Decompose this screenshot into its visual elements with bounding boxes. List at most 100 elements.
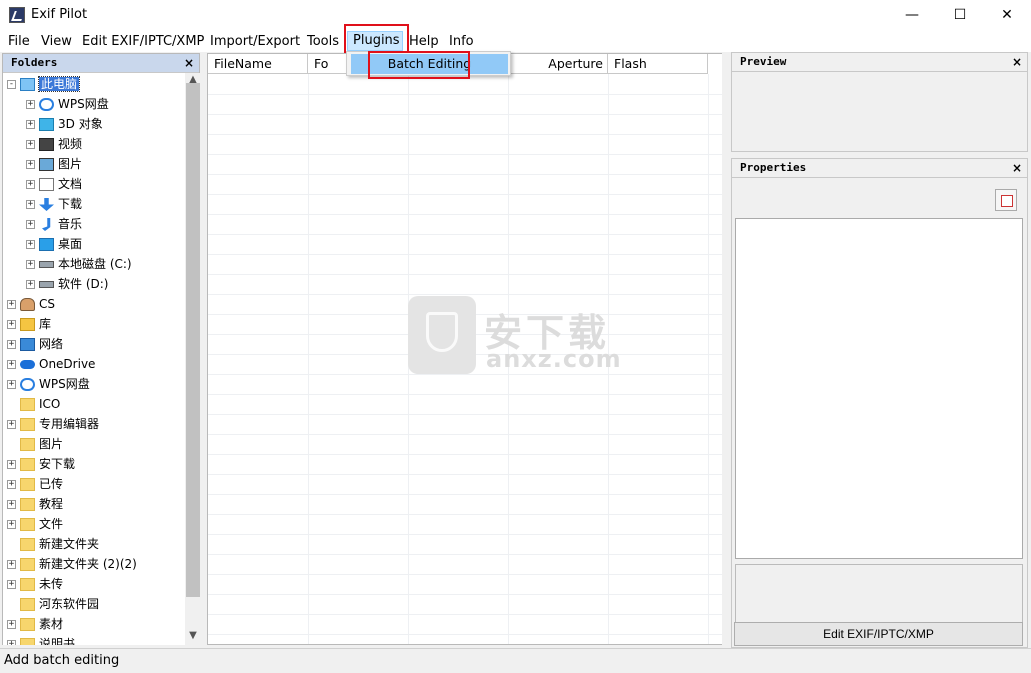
properties-panel-title: Properties xyxy=(740,161,807,174)
expand-icon[interactable]: + xyxy=(7,620,16,629)
tree-item[interactable]: + 音乐 xyxy=(26,214,82,234)
tree-item[interactable]: + 文档 xyxy=(26,174,82,194)
expand-icon[interactable]: + xyxy=(26,240,35,249)
grid-row-line xyxy=(208,254,722,255)
folders-close-icon[interactable]: × xyxy=(184,54,194,72)
grid-row-line xyxy=(208,214,722,215)
menu-help[interactable]: Help xyxy=(409,33,439,50)
tree-item[interactable]: + 图片 xyxy=(26,154,82,174)
tree-item[interactable]: + 新建文件夹 (2)(2) xyxy=(7,554,137,574)
expand-icon[interactable]: + xyxy=(7,320,16,329)
expand-icon[interactable]: + xyxy=(26,220,35,229)
expand-icon[interactable]: + xyxy=(26,160,35,169)
column-header-flash[interactable]: Flash xyxy=(608,54,708,74)
tree-item[interactable]: 新建文件夹 xyxy=(7,534,99,554)
folder-icon xyxy=(20,418,35,431)
tree-item[interactable]: ICO xyxy=(7,394,60,414)
expand-icon[interactable]: + xyxy=(7,340,16,349)
tree-item[interactable]: + 未传 xyxy=(7,574,63,594)
properties-panel-header: Properties × xyxy=(732,159,1027,178)
minimize-button[interactable]: — xyxy=(889,0,935,30)
properties-list[interactable] xyxy=(735,218,1023,559)
folder-tree: - 此电脑 + WPS网盘 +3D 对象 + 视频 + 图片 + 文档 + 下载 + 音乐 + 桌面 + 本地磁盘 … xyxy=(3,73,185,645)
scroll-down-icon[interactable]: ▼ xyxy=(185,629,201,643)
tree-item[interactable]: + WPS网盘 xyxy=(26,94,109,114)
properties-tool-icon[interactable] xyxy=(995,189,1017,211)
grid-row-line xyxy=(208,414,722,415)
tree-item[interactable]: - 此电脑 xyxy=(7,74,81,94)
expand-icon[interactable]: + xyxy=(7,420,16,429)
expand-icon[interactable]: + xyxy=(7,640,16,645)
tree-item[interactable]: + 安下载 xyxy=(7,454,75,474)
expand-icon[interactable]: + xyxy=(7,460,16,469)
folder-icon xyxy=(20,578,35,591)
scroll-thumb[interactable] xyxy=(186,83,200,597)
tree-item[interactable]: + 文件 xyxy=(7,514,63,534)
collapse-icon[interactable]: - xyxy=(7,80,16,89)
expand-icon[interactable]: + xyxy=(7,300,16,309)
tree-item[interactable]: + 桌面 xyxy=(26,234,82,254)
tree-item[interactable]: + 说明书 xyxy=(7,634,75,645)
grid-scrollbar[interactable] xyxy=(722,53,729,645)
tree-item[interactable]: + 专用编辑器 xyxy=(7,414,99,434)
expand-icon[interactable]: + xyxy=(26,140,35,149)
app-icon xyxy=(9,7,25,23)
expand-icon[interactable]: + xyxy=(7,480,16,489)
expand-icon[interactable]: + xyxy=(7,500,16,509)
tree-item[interactable]: + 软件 (D:) xyxy=(26,274,108,294)
menu-view[interactable]: View xyxy=(41,33,72,50)
menu-tools[interactable]: Tools xyxy=(307,33,339,50)
expand-icon[interactable]: + xyxy=(26,180,35,189)
music-note-icon xyxy=(42,218,51,231)
maximize-button[interactable]: ☐ xyxy=(937,0,983,30)
tree-item[interactable]: 河东软件园 xyxy=(7,594,99,614)
close-button[interactable]: ✕ xyxy=(984,0,1030,30)
folders-scrollbar[interactable]: ▲ ▼ xyxy=(185,73,201,645)
menu-file[interactable]: File xyxy=(8,33,30,50)
tree-item[interactable]: 图片 xyxy=(7,434,63,454)
window-title: Exif Pilot xyxy=(31,7,88,22)
tree-item-label: 图片 xyxy=(39,437,64,451)
folder-icon xyxy=(20,638,35,645)
edit-exif-button[interactable]: Edit EXIF/IPTC/XMP xyxy=(734,622,1023,646)
tree-item[interactable]: + CS xyxy=(7,294,55,314)
expand-icon[interactable]: + xyxy=(7,520,16,529)
tree-item-label: 未传 xyxy=(39,577,64,591)
expand-icon[interactable]: + xyxy=(7,560,16,569)
properties-panel: Properties × xyxy=(731,158,1028,648)
expand-icon[interactable]: + xyxy=(7,360,16,369)
menu-edit-exif[interactable]: Edit EXIF/IPTC/XMP xyxy=(82,33,204,50)
grid-row-line xyxy=(208,114,722,115)
tree-item[interactable]: + OneDrive xyxy=(7,354,95,374)
expand-icon[interactable]: + xyxy=(7,380,16,389)
properties-close-icon[interactable]: × xyxy=(1012,159,1022,177)
tree-item[interactable]: + 下载 xyxy=(26,194,82,214)
menu-info[interactable]: Info xyxy=(449,33,474,50)
expand-icon[interactable]: + xyxy=(7,580,16,589)
status-bar: Add batch editing xyxy=(0,648,1031,673)
expand-icon[interactable]: + xyxy=(26,280,35,289)
tree-item[interactable]: + 素材 xyxy=(7,614,63,634)
expand-icon[interactable]: + xyxy=(26,100,35,109)
expand-icon[interactable]: + xyxy=(26,260,35,269)
tree-item[interactable]: +3D 对象 xyxy=(26,114,103,134)
menu-import-export[interactable]: Import/Export xyxy=(210,33,300,50)
tree-item-label: 已传 xyxy=(39,477,64,491)
tree-item[interactable]: + 视频 xyxy=(26,134,82,154)
tree-item-label: 软件 (D:) xyxy=(58,277,109,291)
grid-row-line xyxy=(208,614,722,615)
tree-item-label: OneDrive xyxy=(39,357,96,371)
tree-item[interactable]: + WPS网盘 xyxy=(7,374,90,394)
expand-icon[interactable]: + xyxy=(26,200,35,209)
tree-item[interactable]: + 库 xyxy=(7,314,51,334)
column-header-filename[interactable]: FileName xyxy=(208,54,308,74)
tree-item[interactable]: + 本地磁盘 (C:) xyxy=(26,254,132,274)
tree-item[interactable]: + 教程 xyxy=(7,494,63,514)
tree-item[interactable]: + 网络 xyxy=(7,334,63,354)
preview-close-icon[interactable]: × xyxy=(1012,53,1022,71)
expand-icon[interactable]: + xyxy=(26,120,35,129)
column-header-aperture[interactable]: Aperture xyxy=(508,54,608,74)
grid-row-line xyxy=(208,194,722,195)
tree-item-label: 安下载 xyxy=(39,457,76,471)
tree-item[interactable]: + 已传 xyxy=(7,474,63,494)
